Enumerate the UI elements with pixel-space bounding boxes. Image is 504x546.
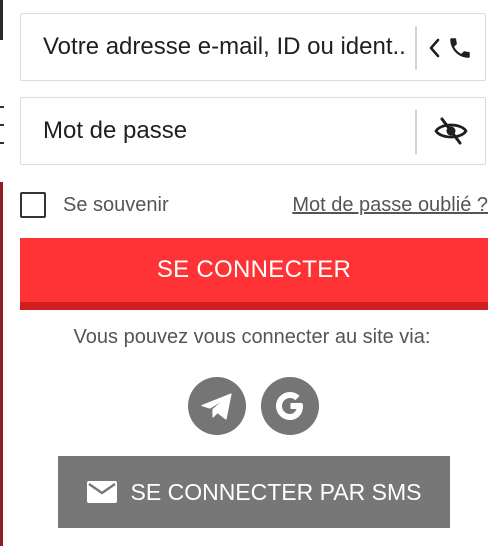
field-divider (415, 26, 417, 70)
remember-label[interactable]: Se souvenir (63, 194, 169, 217)
envelope-icon (86, 481, 117, 503)
login-button[interactable]: SE CONNECTER (20, 238, 488, 310)
password-placeholder: Mot de passe (43, 117, 188, 144)
email-placeholder: Votre adresse e-mail, ID ou ident.. (43, 33, 406, 60)
sms-login-button[interactable]: SE CONNECTER PAR SMS (58, 456, 450, 528)
page-edge-tick (0, 124, 4, 126)
field-divider (415, 110, 417, 154)
page-edge-red (0, 182, 3, 546)
chevron-left-icon[interactable] (426, 36, 442, 60)
google-login-button[interactable] (261, 377, 319, 435)
social-login-caption: Vous pouvez vous connecter au site via: (73, 326, 431, 348)
telegram-login-button[interactable] (188, 377, 246, 435)
email-field[interactable]: Votre adresse e-mail, ID ou ident.. (20, 13, 486, 81)
remember-checkbox[interactable] (20, 192, 46, 218)
forgot-password-link[interactable]: Mot de passe oublié ? (292, 194, 488, 217)
page-edge-tick (0, 106, 4, 108)
page-edge-tick (0, 142, 4, 144)
eye-slash-icon[interactable] (434, 116, 468, 146)
password-field[interactable]: Mot de passe (20, 97, 486, 165)
phone-icon[interactable] (447, 35, 473, 61)
telegram-icon (201, 393, 232, 420)
sms-login-label: SE CONNECTER PAR SMS (130, 478, 422, 505)
page-edge-dark (0, 0, 3, 40)
google-icon (276, 392, 303, 420)
